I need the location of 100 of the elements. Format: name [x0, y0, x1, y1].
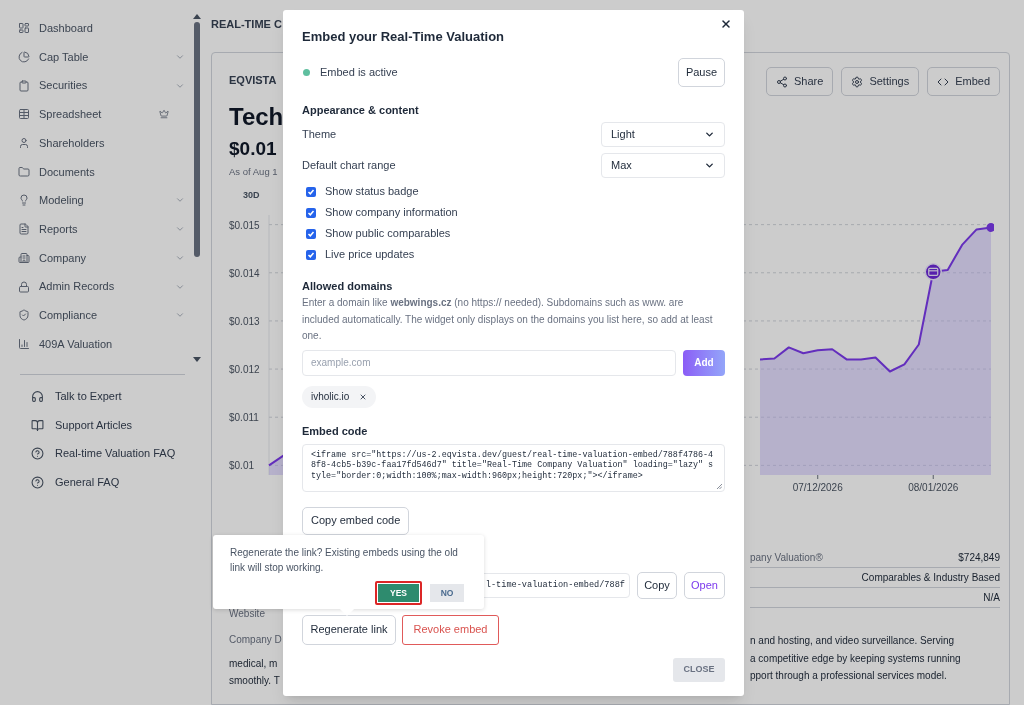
- detail-label: pany Valuation®: [750, 551, 823, 565]
- help-link[interactable]: Real-time Valuation FAQ: [0, 439, 205, 469]
- checkbox[interactable]: [306, 207, 316, 218]
- close-icon[interactable]: [720, 18, 732, 30]
- select-field[interactable]: Light: [601, 122, 725, 147]
- description-text: smoothly. T: [229, 674, 280, 688]
- end-point: [986, 223, 994, 232]
- detail-value: N/A: [983, 591, 1000, 605]
- company-name: Tech: [229, 102, 284, 132]
- field-label: Default chart range: [302, 158, 396, 174]
- y-axis-label: $0.011: [229, 412, 259, 424]
- price: $0.01: [229, 136, 277, 161]
- sidebar-item[interactable]: Spreadsheet: [0, 100, 193, 129]
- description-text: medical, m: [229, 657, 278, 671]
- open-button[interactable]: Open: [684, 571, 725, 599]
- y-axis-label: $0.012: [229, 364, 260, 376]
- y-axis-label: $0.01: [229, 460, 255, 472]
- checkbox-label: Live price updates: [325, 247, 415, 263]
- document-icon: [18, 223, 30, 236]
- field-label: Theme: [302, 127, 337, 143]
- chevron-icon: [704, 160, 715, 171]
- toolbar-button[interactable]: Settings: [841, 67, 920, 96]
- field-label: Company D: [229, 633, 282, 647]
- description-text: pport through a professional services model.: [750, 669, 947, 683]
- range-button[interactable]: 30D: [229, 189, 274, 203]
- x-axis-label: 08/01/2026: [908, 482, 959, 493]
- lightbulb-icon: [18, 194, 30, 207]
- page-heading: REAL-TIME C: [211, 16, 282, 32]
- checkbox-label: Show public comparables: [325, 226, 451, 242]
- toolbar-button[interactable]: Embed: [927, 67, 1000, 96]
- as-of-date: As of Aug 1: [229, 164, 278, 179]
- field-label: Website: [229, 607, 265, 621]
- help-link[interactable]: Support Articles: [0, 410, 205, 440]
- folder-icon: [18, 165, 30, 178]
- checkbox[interactable]: [306, 228, 316, 239]
- help-icon: [31, 447, 44, 461]
- pie-chart-icon: [18, 51, 30, 64]
- settings-icon: [851, 75, 864, 88]
- sidebar-item[interactable]: Modeling: [0, 186, 193, 215]
- sidebar-item[interactable]: Dashboard: [0, 14, 193, 43]
- sidebar-item[interactable]: Compliance: [0, 300, 193, 330]
- headphones-icon: [31, 389, 44, 403]
- status-text: Embed is active: [320, 65, 398, 81]
- event-marker-icon[interactable]: [924, 263, 942, 281]
- help-link[interactable]: General FAQ: [0, 468, 205, 497]
- sidebar-item[interactable]: Shareholders: [0, 128, 193, 158]
- revoke-button[interactable]: Revoke embed: [402, 614, 499, 645]
- checkbox[interactable]: [306, 186, 316, 197]
- domain-chip: ivholic.io: [302, 385, 377, 408]
- building-icon: [18, 251, 30, 264]
- sidebar-item[interactable]: Reports: [0, 214, 193, 244]
- copy-embed-button[interactable]: Copy embed code: [302, 506, 410, 535]
- section-heading: Appearance & content: [302, 102, 420, 118]
- confirm-message: Regenerate the link? Existing embeds using the old link will stop working.: [230, 546, 459, 575]
- checkbox-label: Show company information: [325, 205, 458, 221]
- no-button[interactable]: NO: [427, 581, 467, 605]
- share-icon: [776, 75, 789, 88]
- checkbox[interactable]: [306, 249, 316, 260]
- y-axis-label: $0.015: [229, 219, 260, 231]
- toolbar-button[interactable]: Share: [766, 67, 834, 96]
- sidebar-item[interactable]: 409A Valuation: [0, 329, 193, 359]
- y-axis-label: $0.014: [229, 267, 260, 279]
- bar-chart-icon: [18, 337, 30, 350]
- x-axis-label: 07/12/2026: [792, 482, 843, 493]
- dashboard-icon: [18, 22, 30, 35]
- embed-code-field[interactable]: <iframe src="https://us-2.eqvista.dev/guest/real-time-valuation-embed/788f4786-48f8-4cb5-b39c-faa17fd546d7" title="Real-Time Company Valuation" loading="lazy" style="border:0;width:100%;max-width:960px;height:720px;"></iframe>: [302, 443, 725, 492]
- help-icon: [31, 475, 44, 489]
- sidebar-item[interactable]: Admin Records: [0, 272, 193, 301]
- resize-handle-icon[interactable]: [716, 482, 722, 489]
- sidebar-item[interactable]: Company: [0, 243, 193, 273]
- y-axis-label: $0.013: [229, 315, 260, 327]
- section-heading: Allowed domains: [302, 278, 394, 294]
- help-text: Enter a domain like webwings.cz (no https:// needed). Subdomains such as www. are included automatically. The widget only displays on the domains you list here, so add at least one.: [302, 296, 714, 343]
- clipboard-icon: [18, 79, 30, 92]
- book-icon: [31, 418, 44, 432]
- section-heading: Embed code: [302, 424, 369, 440]
- domain-input[interactable]: example.com: [302, 349, 676, 376]
- sidebar-item[interactable]: Documents: [0, 157, 193, 187]
- table-icon: [18, 108, 30, 121]
- dialog-title: Embed your Real-Time Valuation: [302, 29, 506, 45]
- pause-button[interactable]: Pause: [678, 58, 725, 87]
- company-label: EQVISTA: [229, 73, 277, 88]
- detail-value: Comparables & Industry Based: [861, 571, 1000, 585]
- description-text: n and hosting, and video surveillance. Serving: [750, 634, 955, 648]
- select-field[interactable]: Max: [601, 153, 725, 178]
- shield-icon: [18, 309, 30, 322]
- description-text: a competitive edge by keeping systems running: [750, 651, 961, 666]
- regenerate-button[interactable]: Regenerate link: [302, 614, 396, 645]
- lock-icon: [18, 280, 30, 293]
- user-icon: [18, 137, 30, 150]
- sidebar-item[interactable]: Securities: [0, 71, 193, 101]
- chevron-icon: [704, 129, 715, 140]
- checkbox-label: Show status badge: [325, 184, 419, 200]
- sidebar-item[interactable]: Cap Table: [0, 42, 193, 72]
- remove-icon[interactable]: [359, 392, 368, 401]
- detail-value: $724,849: [958, 551, 1000, 565]
- copy-button[interactable]: Copy: [637, 571, 677, 599]
- help-link[interactable]: Talk to Expert: [0, 382, 205, 411]
- yes-button[interactable]: YES: [375, 581, 422, 605]
- close-button[interactable]: CLOSE: [673, 657, 725, 682]
